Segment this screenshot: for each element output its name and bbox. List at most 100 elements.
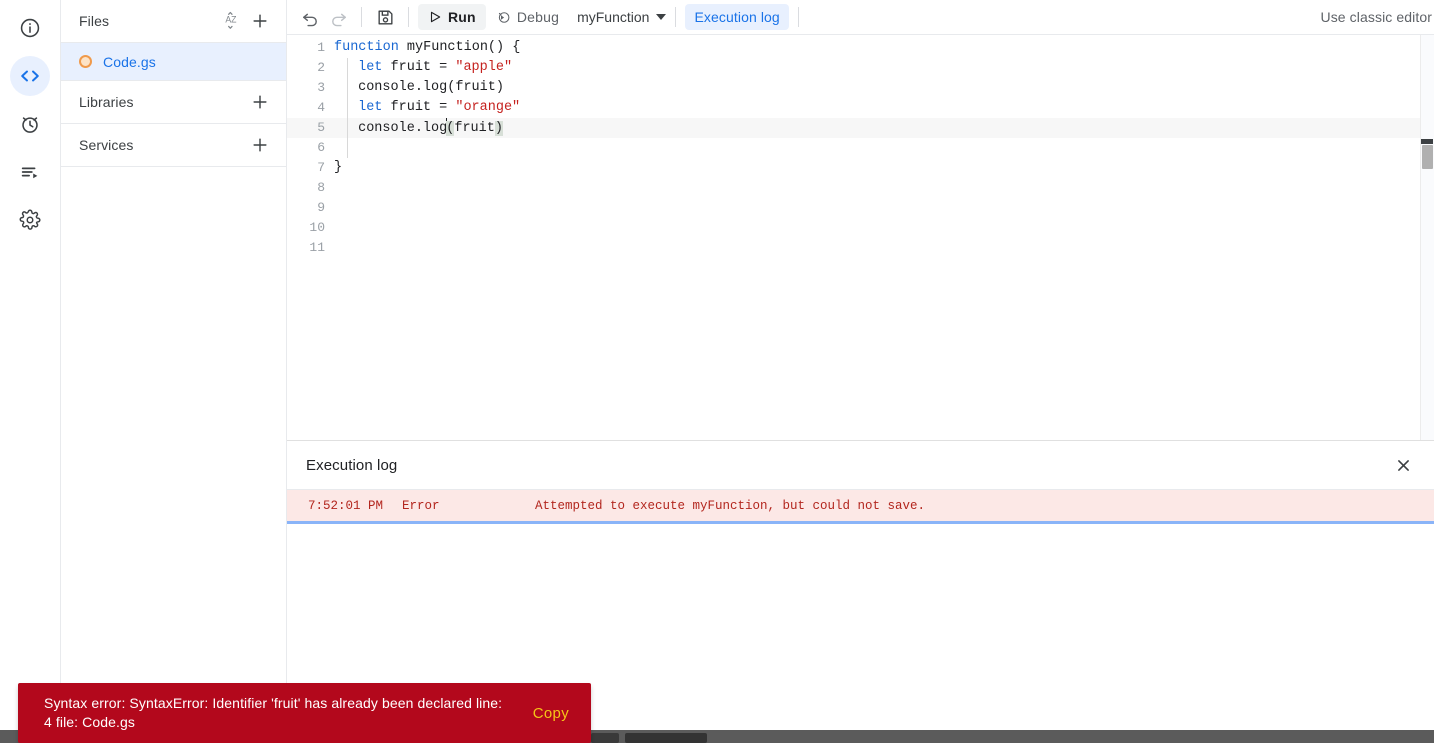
log-timestamp: 7:52:01 PM — [308, 498, 384, 513]
code-lines-container: 1 function myFunction() { 2 let fruit = … — [287, 35, 1434, 258]
debug-button[interactable]: Debug — [486, 4, 569, 30]
token-string: "orange" — [455, 100, 521, 115]
code-line-11: 11 — [287, 238, 1434, 258]
line-number: 5 — [317, 120, 325, 135]
run-button[interactable]: Run — [418, 4, 486, 30]
add-file-icon[interactable] — [246, 7, 274, 35]
use-classic-editor-link[interactable]: Use classic editor — [1320, 9, 1434, 25]
token-brace-close: } — [334, 160, 343, 175]
file-label: Code.gs — [103, 53, 156, 70]
code-line-2: 2 let fruit = "apple" — [287, 58, 1434, 78]
token-console-log: console.log — [358, 120, 448, 136]
function-selected-label: myFunction — [577, 9, 650, 25]
code-editor-icon[interactable] — [10, 56, 50, 96]
toolbar-divider-3 — [675, 7, 677, 27]
code-text: console.log(fruit) — [348, 78, 504, 98]
sidebar-file-code-gs[interactable]: Code.gs — [61, 43, 286, 81]
scrollbar-thumb[interactable] — [1422, 145, 1433, 169]
code-text: let fruit = "apple" — [348, 58, 512, 78]
executions-list-icon[interactable] — [10, 152, 50, 192]
libraries-section-title: Libraries — [79, 94, 134, 110]
services-section-title: Services — [79, 137, 134, 153]
toolbar-divider-4 — [797, 7, 799, 27]
editor-toolbar: Run Debug myFunction Execution log Use c… — [287, 0, 1434, 35]
code-line-4: 4 let fruit = "orange" — [287, 98, 1434, 118]
apps-script-editor-window: Files AZ Code.gs Libraries Services Run … — [0, 0, 1434, 743]
taskbar-item-2[interactable] — [625, 733, 707, 743]
line-number: 6 — [317, 140, 325, 155]
line-number: 11 — [309, 240, 325, 255]
line-number: 9 — [317, 200, 325, 215]
log-message: Attempted to execute myFunction, but cou… — [535, 498, 926, 513]
add-library-icon[interactable] — [246, 88, 274, 116]
code-text: } — [332, 158, 342, 178]
scrollbar-marker — [1421, 139, 1433, 144]
log-level: Error — [402, 498, 440, 513]
left-icon-rail — [0, 0, 61, 743]
code-line-10: 10 — [287, 218, 1434, 238]
caret-down-icon — [656, 14, 667, 20]
line-number: 4 — [317, 100, 325, 115]
code-line-5: 5 console.log(fruit) — [287, 117, 1434, 139]
code-editor[interactable]: 1 function myFunction() { 2 let fruit = … — [287, 35, 1434, 440]
editor-scrollbar[interactable] — [1420, 35, 1434, 440]
line-number: 8 — [317, 180, 325, 195]
orange-circle-icon — [79, 55, 92, 68]
settings-gear-icon[interactable] — [10, 200, 50, 240]
token-paren-close-matched: ) — [494, 120, 503, 136]
indent-guide — [347, 138, 348, 158]
token-keyword: function — [334, 40, 399, 55]
code-line-7: 7 } — [287, 158, 1434, 178]
code-line-6: 6 — [287, 138, 1434, 158]
debug-label: Debug — [516, 9, 560, 25]
line-number: 10 — [309, 220, 325, 235]
code-text: console.log(fruit) — [348, 117, 503, 139]
triggers-clock-icon[interactable] — [10, 104, 50, 144]
run-label: Run — [448, 9, 476, 25]
libraries-section-header[interactable]: Libraries — [61, 81, 286, 124]
line-number: 7 — [317, 160, 325, 175]
svg-text:AZ: AZ — [225, 14, 237, 24]
token-ident: fruit = — [382, 60, 456, 75]
token-console-log: console.log — [358, 80, 448, 95]
files-section-title: Files — [79, 13, 110, 29]
files-section-header: Files AZ — [61, 0, 286, 43]
taskbar-item-1[interactable] — [591, 733, 619, 743]
line-number: 1 — [317, 40, 325, 55]
toolbar-divider-2 — [408, 7, 409, 27]
execution-log-button[interactable]: Execution log — [685, 4, 789, 30]
sort-az-icon[interactable]: AZ — [218, 7, 246, 35]
line-number: 2 — [317, 60, 325, 75]
code-line-3: 3 console.log(fruit) — [287, 78, 1434, 98]
toast-message: Syntax error: SyntaxError: Identifier 'f… — [44, 695, 503, 730]
token-ident: fruit — [455, 80, 496, 95]
token-fn-name: myFunction() { — [398, 40, 521, 55]
token-paren-close: ) — [495, 80, 504, 95]
execution-log-title: Execution log — [306, 456, 398, 474]
code-text: let fruit = "orange" — [348, 98, 520, 118]
code-line-8: 8 — [287, 178, 1434, 198]
execution-log-header: Execution log — [287, 441, 1434, 490]
token-string: "apple" — [455, 60, 513, 75]
overview-icon[interactable] — [10, 8, 50, 48]
redo-icon[interactable] — [324, 3, 352, 31]
log-entry-row: 7:52:01 PM Error Attempted to execute my… — [287, 490, 1434, 521]
error-toast: Syntax error: SyntaxError: Identifier 'f… — [18, 683, 591, 743]
line-number: 3 — [317, 80, 325, 95]
log-progress-bar — [287, 521, 1434, 524]
close-x-icon[interactable] — [1390, 452, 1416, 478]
code-line-9: 9 — [287, 198, 1434, 218]
token-ident: fruit = — [382, 100, 456, 115]
code-line-1: 1 function myFunction() { — [287, 38, 1434, 58]
copy-button[interactable]: Copy — [533, 705, 569, 722]
add-service-icon[interactable] — [246, 131, 274, 159]
project-sidebar: Files AZ Code.gs Libraries Services — [61, 0, 287, 743]
save-floppy-icon[interactable] — [371, 3, 399, 31]
token-keyword: let — [358, 100, 383, 115]
debug-bug-icon — [498, 11, 510, 23]
play-triangle-icon — [430, 11, 441, 23]
undo-icon[interactable] — [296, 3, 324, 31]
token-keyword: let — [358, 60, 383, 75]
function-selector[interactable]: myFunction — [577, 9, 667, 25]
services-section-header[interactable]: Services — [61, 124, 286, 167]
